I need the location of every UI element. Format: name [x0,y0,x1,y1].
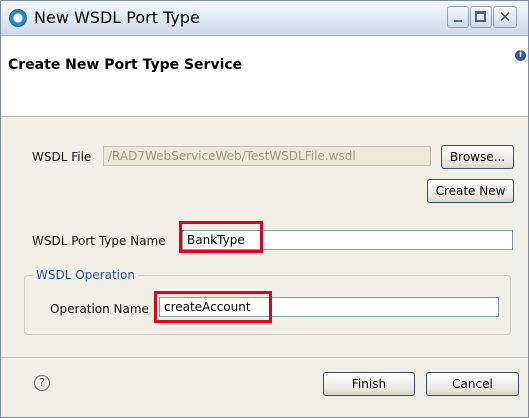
info-icon: i [515,50,526,61]
close-button[interactable]: ✕ [493,6,517,28]
port-type-highlight-box [179,221,263,253]
new-wsdl-port-type-dialog: New WSDL Port Type ✕ Create New Port Typ… [0,0,529,418]
operation-name-highlight-box [154,291,272,323]
window-title: New WSDL Port Type [34,8,200,27]
close-icon: ✕ [498,8,512,26]
operation-name-label: Operation Name [50,302,149,316]
maximize-button[interactable] [470,6,492,28]
title-bar[interactable]: New WSDL Port Type ✕ [1,1,528,36]
minimize-icon [454,20,462,22]
create-new-button[interactable]: Create New [427,179,514,203]
help-icon[interactable]: ? [34,375,50,391]
minimize-button[interactable] [447,6,469,28]
finish-button[interactable]: Finish [323,372,415,396]
browse-button[interactable]: Browse... [441,145,514,169]
wsdl-file-label: WSDL File [32,150,92,164]
page-title: Create New Port Type Service [8,57,243,73]
footer-divider [1,357,528,358]
dialog-header: Create New Port Type Service i [1,36,528,117]
cancel-button[interactable]: Cancel [426,372,519,396]
port-type-name-label: WSDL Port Type Name [32,234,166,248]
maximize-icon [475,11,486,22]
wsdl-operation-legend: WSDL Operation [33,268,138,282]
wsdl-file-field: /RAD7WebServiceWeb/TestWSDLFile.wsdl [103,146,431,166]
app-icon [9,9,27,27]
